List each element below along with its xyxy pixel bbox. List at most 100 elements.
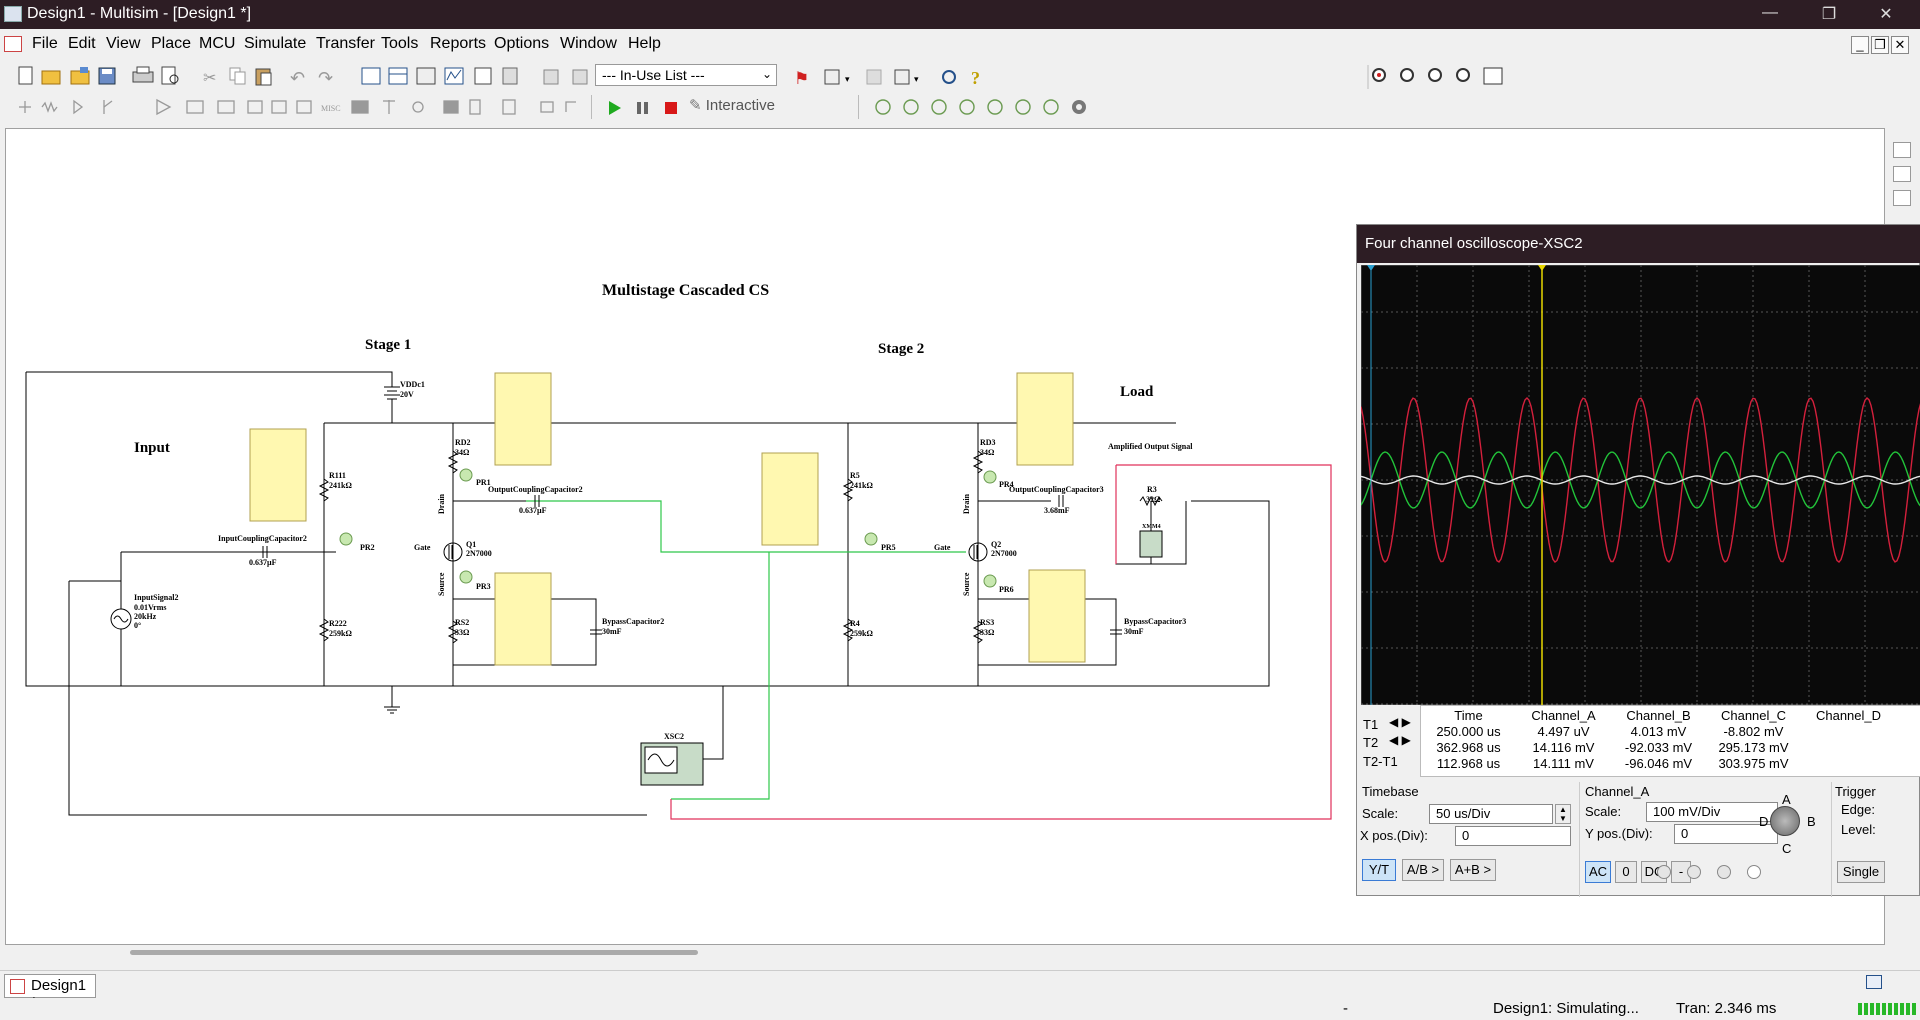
- multimeter-instrument-icon[interactable]: [1893, 142, 1911, 158]
- zoom-fit-icon[interactable]: [1456, 68, 1470, 82]
- mdi-minimize-button[interactable]: _: [1851, 36, 1869, 54]
- menu-options[interactable]: Options: [494, 35, 549, 53]
- place-source-icon[interactable]: [19, 101, 31, 113]
- power-probe-icon[interactable]: [931, 99, 947, 115]
- help-icon[interactable]: ?: [971, 68, 980, 88]
- cut-icon[interactable]: ✂: [203, 70, 216, 87]
- save-icon[interactable]: [98, 67, 116, 85]
- function-generator-icon[interactable]: [1893, 166, 1911, 182]
- interactive-mode-button[interactable]: ✎ Interactive: [689, 96, 775, 114]
- forward-annotate-icon[interactable]: ▾: [894, 69, 919, 85]
- place-transistor-icon[interactable]: [103, 100, 113, 114]
- probe-pr5-icon[interactable]: [864, 532, 878, 546]
- place-basic-icon[interactable]: [41, 101, 58, 113]
- open-icon[interactable]: [41, 70, 61, 85]
- zoom-out-icon[interactable]: [1400, 68, 1414, 82]
- close-button[interactable]: ✕: [1871, 4, 1901, 24]
- print-preview-icon[interactable]: [161, 66, 179, 85]
- open-samples-icon[interactable]: [70, 67, 90, 85]
- place-hierarchical-icon[interactable]: [540, 101, 554, 113]
- database-manager-icon[interactable]: [416, 67, 436, 85]
- zoom-area-icon[interactable]: [1372, 68, 1386, 82]
- channel-select-knob[interactable]: [1770, 806, 1800, 836]
- window-tile-icon[interactable]: [1866, 975, 1882, 989]
- channel-radio-2[interactable]: [1687, 865, 1701, 879]
- menu-view[interactable]: View: [106, 35, 140, 53]
- probe-pr3-icon[interactable]: [459, 570, 473, 584]
- list-icon[interactable]: [502, 67, 518, 85]
- t2-move-arrows[interactable]: ◀ ▶: [1389, 733, 1411, 747]
- menu-place[interactable]: Place: [151, 35, 191, 53]
- redo-icon[interactable]: ↷: [318, 68, 333, 88]
- oscilloscope-title-bar[interactable]: Four channel oscilloscope-XSC2: [1357, 225, 1920, 263]
- ref-probe-icon[interactable]: [987, 99, 1003, 115]
- place-electromech-icon[interactable]: [412, 101, 424, 113]
- mdi-restore-button[interactable]: ❐: [1871, 36, 1889, 54]
- menu-mcu[interactable]: MCU: [199, 35, 235, 53]
- erc-icon[interactable]: ⚑: [794, 69, 809, 88]
- postprocessor-icon[interactable]: [474, 67, 492, 85]
- timebase-scale-input[interactable]: 50 us/Div: [1429, 804, 1553, 824]
- current-probe-icon[interactable]: [903, 99, 919, 115]
- oscilloscope-display[interactable]: [1361, 265, 1920, 705]
- probe-pr1-icon[interactable]: [459, 468, 473, 482]
- menu-help[interactable]: Help: [628, 35, 661, 53]
- place-analog-icon[interactable]: [156, 98, 172, 116]
- zoom-in-icon[interactable]: [1428, 68, 1442, 82]
- ab-mode-button[interactable]: A/B >: [1402, 859, 1444, 881]
- xmm4-multimeter-symbol[interactable]: [1139, 530, 1163, 558]
- probe-pr6-icon[interactable]: [983, 574, 997, 588]
- place-indicator-icon[interactable]: [296, 100, 312, 114]
- document-icon[interactable]: [4, 36, 22, 52]
- menu-simulate[interactable]: Simulate: [244, 35, 306, 53]
- minimize-button[interactable]: —: [1755, 4, 1785, 22]
- a-plus-b-mode-button[interactable]: A+B >: [1450, 859, 1496, 881]
- probe-pr2-icon[interactable]: [339, 532, 353, 546]
- stop-icon[interactable]: [662, 99, 680, 117]
- backannotate-icon[interactable]: [866, 69, 882, 85]
- place-rf-icon[interactable]: [383, 100, 395, 114]
- find-examples-icon[interactable]: [942, 70, 956, 84]
- tab-design1[interactable]: Design1 *: [4, 974, 96, 1011]
- place-advanced-peripherals-icon[interactable]: [351, 100, 369, 114]
- maximize-button[interactable]: ❐: [1814, 4, 1844, 24]
- place-ttl-icon[interactable]: [186, 100, 204, 114]
- pause-icon[interactable]: [634, 99, 652, 117]
- menu-transfer[interactable]: Transfer: [316, 35, 375, 53]
- multisim-app-icon[interactable]: [4, 6, 22, 22]
- place-ni-component-icon[interactable]: [443, 100, 459, 114]
- menu-reports[interactable]: Reports: [430, 35, 486, 53]
- paste-icon[interactable]: [255, 68, 272, 86]
- design-toolbox-icon[interactable]: [361, 67, 381, 85]
- channel-radio-3[interactable]: [1717, 865, 1731, 879]
- t1-move-arrows[interactable]: ◀ ▶: [1389, 715, 1411, 729]
- spreadsheet-icon[interactable]: [388, 67, 408, 85]
- grapher-icon[interactable]: [444, 67, 464, 85]
- horizontal-scrollbar[interactable]: [130, 950, 698, 955]
- yt-mode-button[interactable]: Y/T: [1362, 859, 1396, 881]
- gear-icon[interactable]: [1072, 100, 1086, 114]
- single-trigger-button[interactable]: Single: [1837, 861, 1885, 883]
- ac-signal-source[interactable]: [110, 608, 132, 630]
- place-misc-digital-icon[interactable]: [247, 100, 263, 114]
- zero-coupling-button[interactable]: 0: [1615, 861, 1637, 883]
- wattmeter-icon[interactable]: [1893, 190, 1911, 206]
- place-bus-icon[interactable]: [565, 101, 576, 112]
- place-mixed-icon[interactable]: [271, 100, 287, 114]
- xsc2-oscilloscope-symbol[interactable]: [640, 742, 704, 786]
- place-misc-icon[interactable]: MISC: [321, 104, 341, 113]
- probe-settings-icon[interactable]: [1043, 99, 1059, 115]
- copy-icon[interactable]: [229, 67, 246, 85]
- full-screen-icon[interactable]: [1483, 67, 1503, 85]
- transfer-icon[interactable]: ▾: [824, 69, 850, 85]
- digital-probe-icon[interactable]: [1015, 99, 1031, 115]
- xpos-input[interactable]: 0: [1455, 826, 1571, 846]
- place-cmos-icon[interactable]: [217, 100, 235, 114]
- menu-file[interactable]: File: [32, 35, 58, 53]
- print-icon[interactable]: [132, 66, 154, 83]
- channel-radio-1[interactable]: [1657, 865, 1671, 879]
- new-icon[interactable]: [18, 66, 33, 85]
- voltage-probe-icon[interactable]: [875, 99, 891, 115]
- ac-coupling-button[interactable]: AC: [1585, 861, 1611, 883]
- probe-pr4-icon[interactable]: [983, 470, 997, 484]
